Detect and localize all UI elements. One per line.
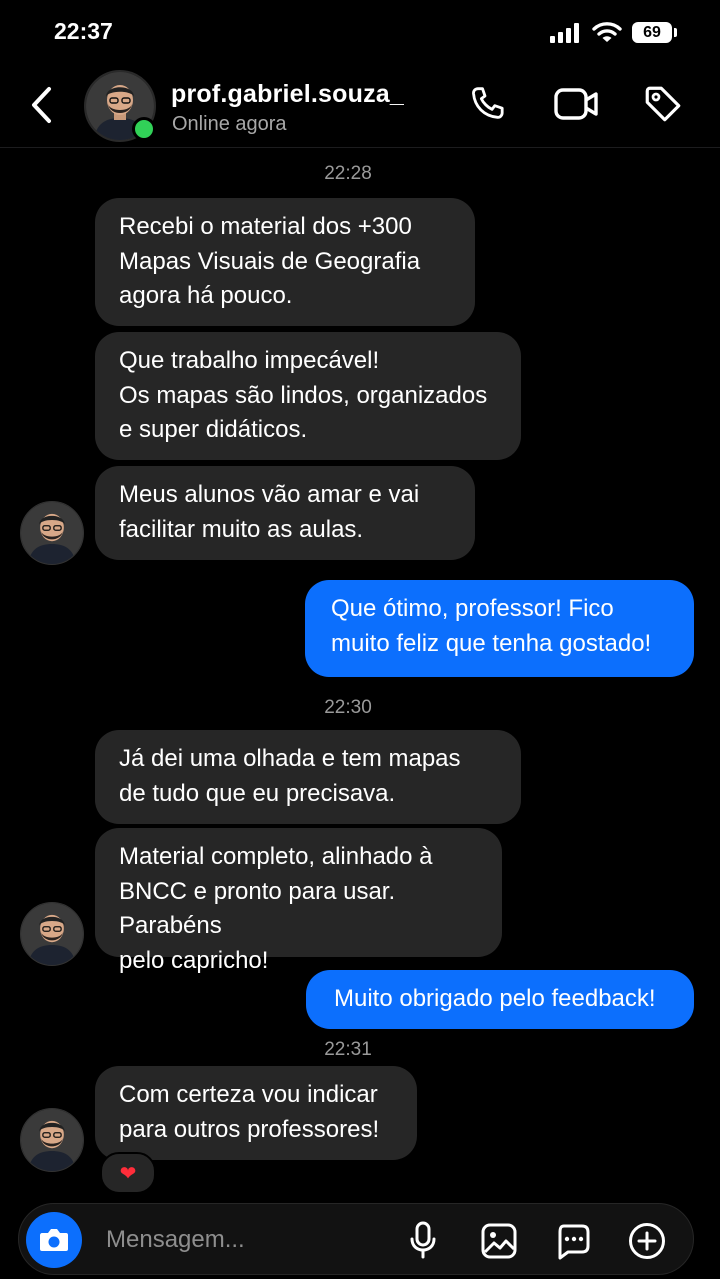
message-incoming[interactable]: Que trabalho impecável! Os mapas são lin… [95, 332, 521, 460]
image-icon[interactable] [480, 1222, 518, 1260]
message-incoming[interactable]: Material completo, alinhado à BNCC e pro… [95, 828, 502, 974]
timestamp: 22:30 [324, 697, 372, 718]
avatar-small[interactable] [20, 501, 84, 565]
signal-icon [550, 23, 579, 43]
status-time: 22:37 [54, 18, 113, 44]
message-outgoing[interactable]: Muito obrigado pelo feedback! [306, 970, 694, 1029]
battery-tip [674, 28, 677, 37]
sticker-icon[interactable] [554, 1222, 592, 1260]
video-icon[interactable] [553, 86, 599, 122]
message-input[interactable]: Mensagem... [106, 1226, 245, 1254]
username[interactable]: prof.gabriel.souza_ [171, 80, 404, 109]
message-incoming[interactable]: Já dei uma olhada e tem mapas de tudo qu… [95, 730, 521, 824]
avatar-small[interactable] [20, 1108, 84, 1172]
avatar-small[interactable] [20, 902, 84, 966]
camera-icon [40, 1229, 68, 1251]
plus-circle-icon[interactable] [627, 1221, 667, 1261]
header-divider [0, 147, 720, 148]
heart-reaction[interactable]: ❤ [100, 1152, 156, 1194]
timestamp: 22:31 [324, 1039, 372, 1060]
chevron-left-icon[interactable] [28, 86, 56, 124]
timestamp: 22:28 [324, 163, 372, 184]
wifi-icon [592, 22, 622, 42]
heart-icon: ❤ [119, 1162, 137, 1185]
online-indicator [132, 117, 156, 141]
message-incoming[interactable]: Meus alunos vão amar e vai facilitar mui… [95, 466, 475, 560]
presence-status: Online agora [172, 113, 287, 135]
message-incoming[interactable]: Com certeza vou indicar para outros prof… [95, 1066, 417, 1160]
microphone-icon[interactable] [408, 1220, 438, 1260]
message-incoming[interactable]: Recebi o material dos +300 Mapas Visuais… [95, 198, 475, 326]
camera-button[interactable] [26, 1212, 82, 1268]
battery-indicator: 69 [632, 22, 672, 43]
message-outgoing[interactable]: Que ótimo, professor! Fico muito feliz q… [305, 580, 694, 677]
phone-icon[interactable] [466, 84, 508, 124]
tag-icon[interactable] [642, 83, 684, 125]
